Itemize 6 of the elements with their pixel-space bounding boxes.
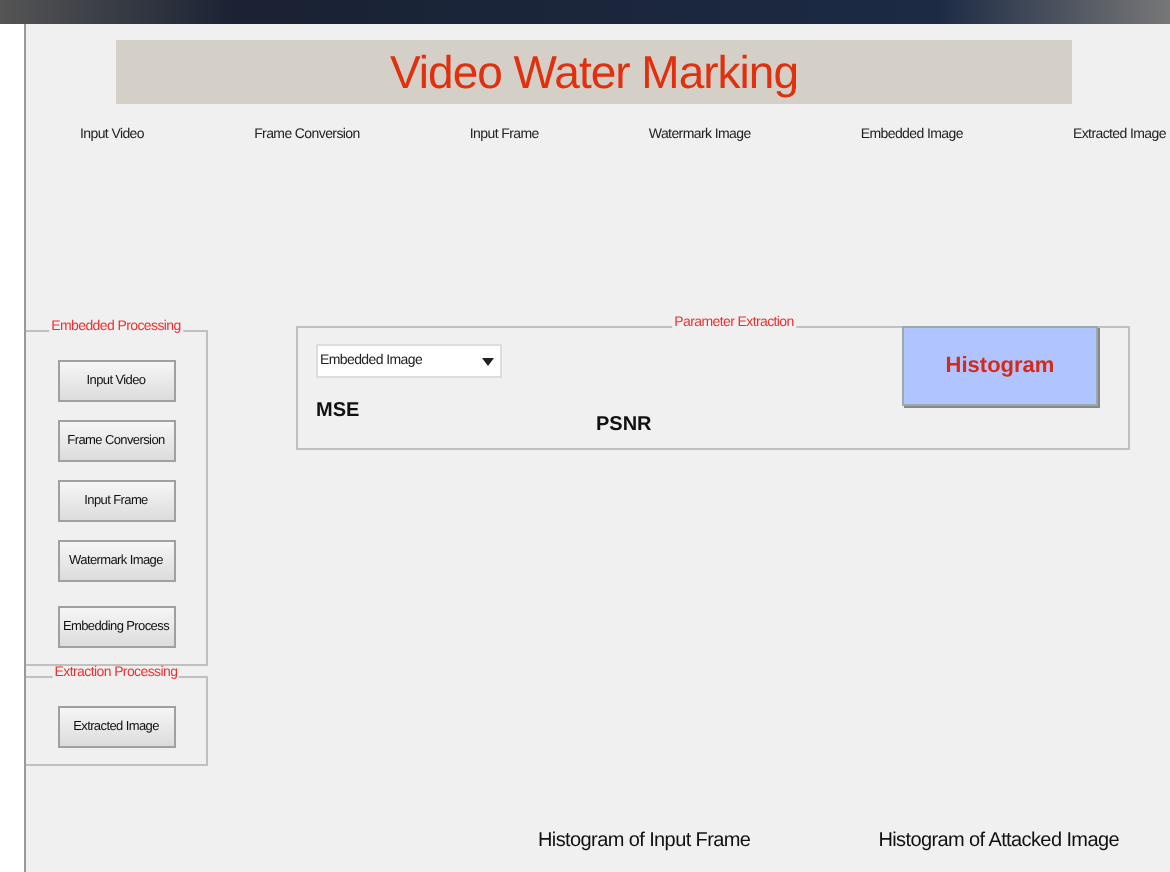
metric-label: MSE bbox=[316, 400, 362, 422]
app-title: Video Water Marking bbox=[390, 45, 798, 99]
dropdown-caret-icon bbox=[482, 357, 494, 365]
histogram-label: Histogram of Input Frame bbox=[538, 830, 751, 852]
metric-label: PSNR bbox=[596, 414, 652, 436]
histogram-label: Histogram of Attacked Image bbox=[878, 830, 1119, 852]
